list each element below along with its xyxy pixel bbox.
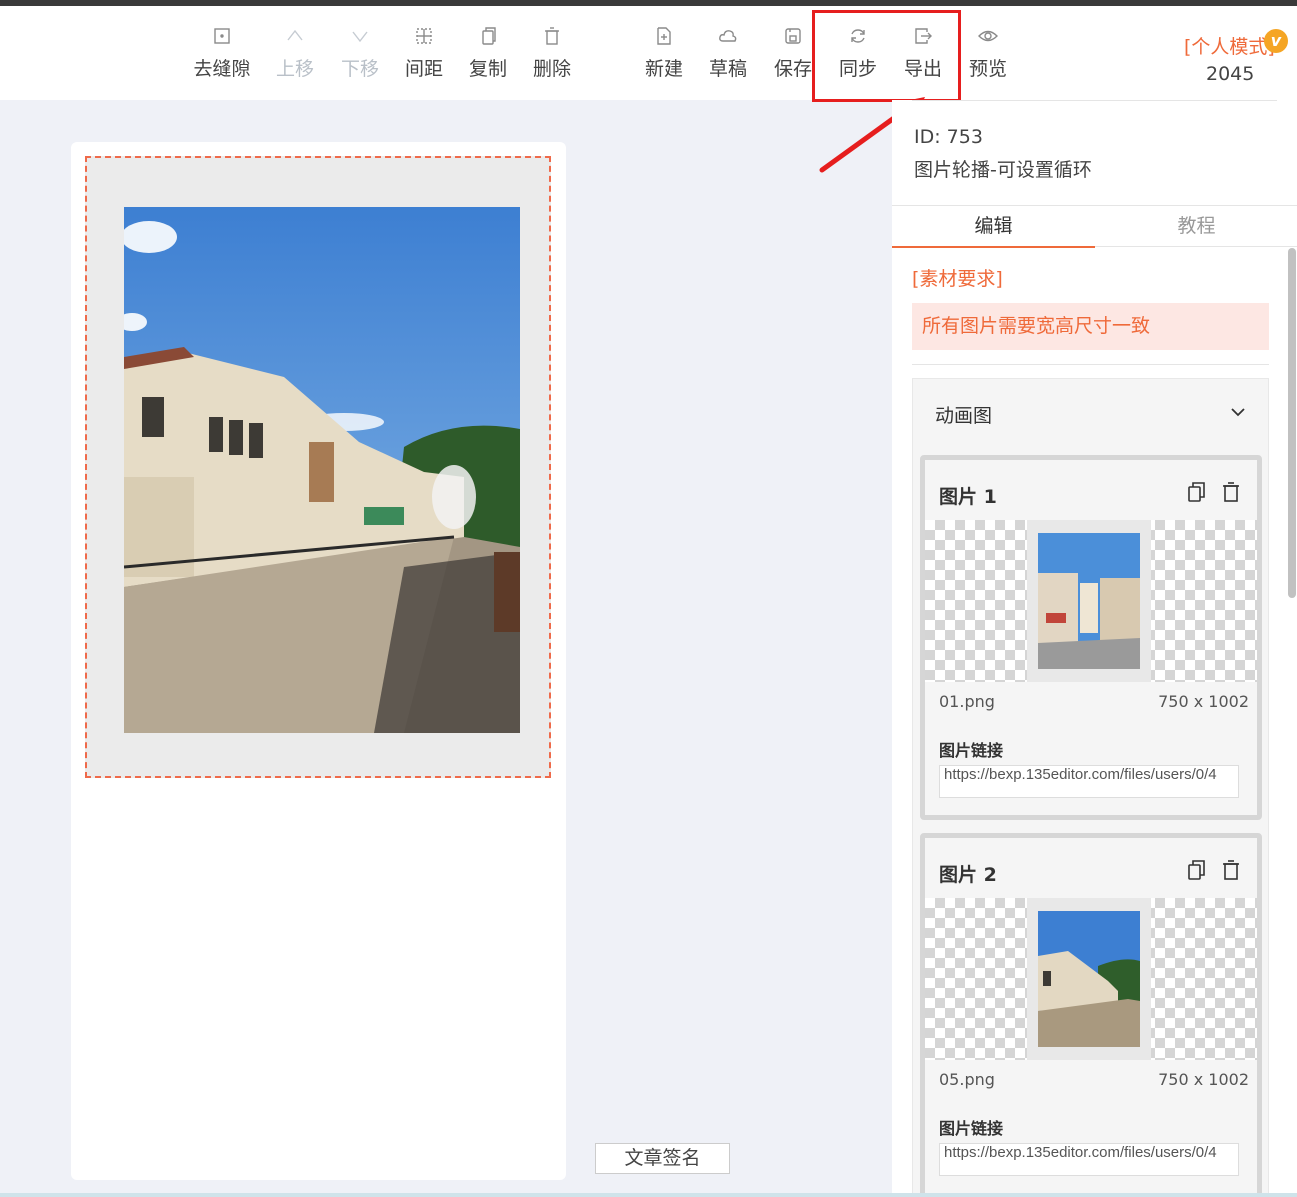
image-link-field[interactable]: https://bexp.135editor.com/files/users/0… (939, 765, 1239, 798)
cloud-icon (718, 26, 738, 46)
image-dimensions: 750 x 1002 (1158, 692, 1249, 711)
delete-label: 删除 (532, 58, 571, 80)
draft-label: 草稿 (708, 58, 747, 80)
chevron-down-icon[interactable] (1229, 403, 1247, 425)
editor-canvas (71, 142, 566, 1180)
image-card-title: 图片 2 (939, 864, 997, 886)
template-name: 图片轮播-可设置循环 (914, 159, 1092, 181)
image-card-title: 图片 1 (939, 486, 997, 508)
spacing-button[interactable]: 间距 (392, 26, 456, 81)
delete-button[interactable]: 删除 (520, 26, 584, 81)
image-link-label: 图片链接 (939, 1119, 1004, 1138)
trash-icon[interactable] (1221, 481, 1241, 507)
animation-section-title: 动画图 (935, 405, 993, 427)
chevron-down-icon (350, 26, 370, 46)
requirements-title: [素材要求] (912, 268, 1003, 290)
section-divider (912, 364, 1269, 365)
image-thumbnail[interactable] (1038, 533, 1140, 669)
remove-gap-button[interactable]: 去缝隙 (190, 26, 254, 81)
trash-icon[interactable] (1221, 859, 1241, 885)
remove-gap-label: 去缝隙 (193, 58, 251, 80)
new-file-icon (654, 26, 674, 46)
chevron-up-icon (285, 26, 305, 46)
draft-button[interactable]: 草稿 (696, 26, 760, 81)
image-card-1: 图片 1 01.png 750 x 1002 图片链接 https://bexp… (920, 455, 1262, 820)
panel-divider (912, 100, 1277, 101)
preview-label: 预览 (968, 58, 1007, 80)
grid-dot-icon (212, 26, 232, 46)
image-link-value: https://bexp.135editor.com/files/users/0… (944, 766, 1217, 783)
eye-icon (978, 26, 998, 46)
preview-button[interactable]: 预览 (956, 26, 1020, 81)
image-dimensions: 750 x 1002 (1158, 1070, 1249, 1089)
vip-badge: v (1264, 29, 1288, 53)
copy-icon (478, 26, 498, 46)
selected-block-frame[interactable] (85, 156, 551, 778)
template-id: ID: 753 (914, 126, 983, 148)
move-up-button[interactable]: 上移 (263, 26, 327, 81)
article-signature-button[interactable]: 文章签名 (595, 1143, 730, 1174)
new-label: 新建 (644, 58, 683, 80)
copy-label: 复制 (468, 58, 507, 80)
copy-button[interactable]: 复制 (456, 26, 520, 81)
panel-scrollbar[interactable] (1288, 248, 1296, 598)
image-thumbnail[interactable] (1038, 911, 1140, 1047)
count-value: 2045 (1206, 63, 1255, 85)
carousel-main-image[interactable] (124, 207, 520, 733)
animation-section: 动画图 图片 1 01.png 750 x 1002 图片链接 https://… (912, 378, 1269, 1197)
copy-icon[interactable] (1187, 481, 1207, 507)
move-up-label: 上移 (275, 58, 314, 80)
spacing-label: 间距 (404, 58, 443, 80)
requirements-notice: 所有图片需要宽高尺寸一致 (912, 303, 1269, 350)
bottom-border (0, 1193, 1297, 1197)
tab-edit[interactable]: 编辑 (892, 206, 1095, 248)
personal-mode-toggle[interactable]: [个人模式] (1184, 32, 1275, 59)
move-down-button[interactable]: 下移 (328, 26, 392, 81)
image-link-field[interactable]: https://bexp.135editor.com/files/users/0… (939, 1143, 1239, 1176)
properties-panel: ID: 753 图片轮播-可设置循环 编辑 教程 [素材要求] 所有图片需要宽高… (892, 100, 1297, 1197)
sync-export-highlight (812, 10, 961, 102)
save-icon (783, 26, 803, 46)
toolbar: 去缝隙 上移 下移 间距 复制 删除 新建 草稿 保存 同步 导出 预览 [个人… (0, 6, 1297, 100)
image-filename: 05.png (939, 1070, 995, 1089)
spacing-icon (414, 26, 434, 46)
image-link-label: 图片链接 (939, 741, 1004, 760)
panel-tabs: 编辑 教程 (892, 205, 1297, 248)
image-link-value: https://bexp.135editor.com/files/users/0… (944, 1144, 1217, 1161)
trash-icon (542, 26, 562, 46)
image-filename: 01.png (939, 692, 995, 711)
move-down-label: 下移 (340, 58, 379, 80)
copy-icon[interactable] (1187, 859, 1207, 885)
new-button[interactable]: 新建 (632, 26, 696, 81)
image-card-2: 图片 2 05.png 750 x 1002 图片链接 https://bexp… (920, 833, 1262, 1197)
tab-tutorial[interactable]: 教程 (1095, 206, 1297, 248)
